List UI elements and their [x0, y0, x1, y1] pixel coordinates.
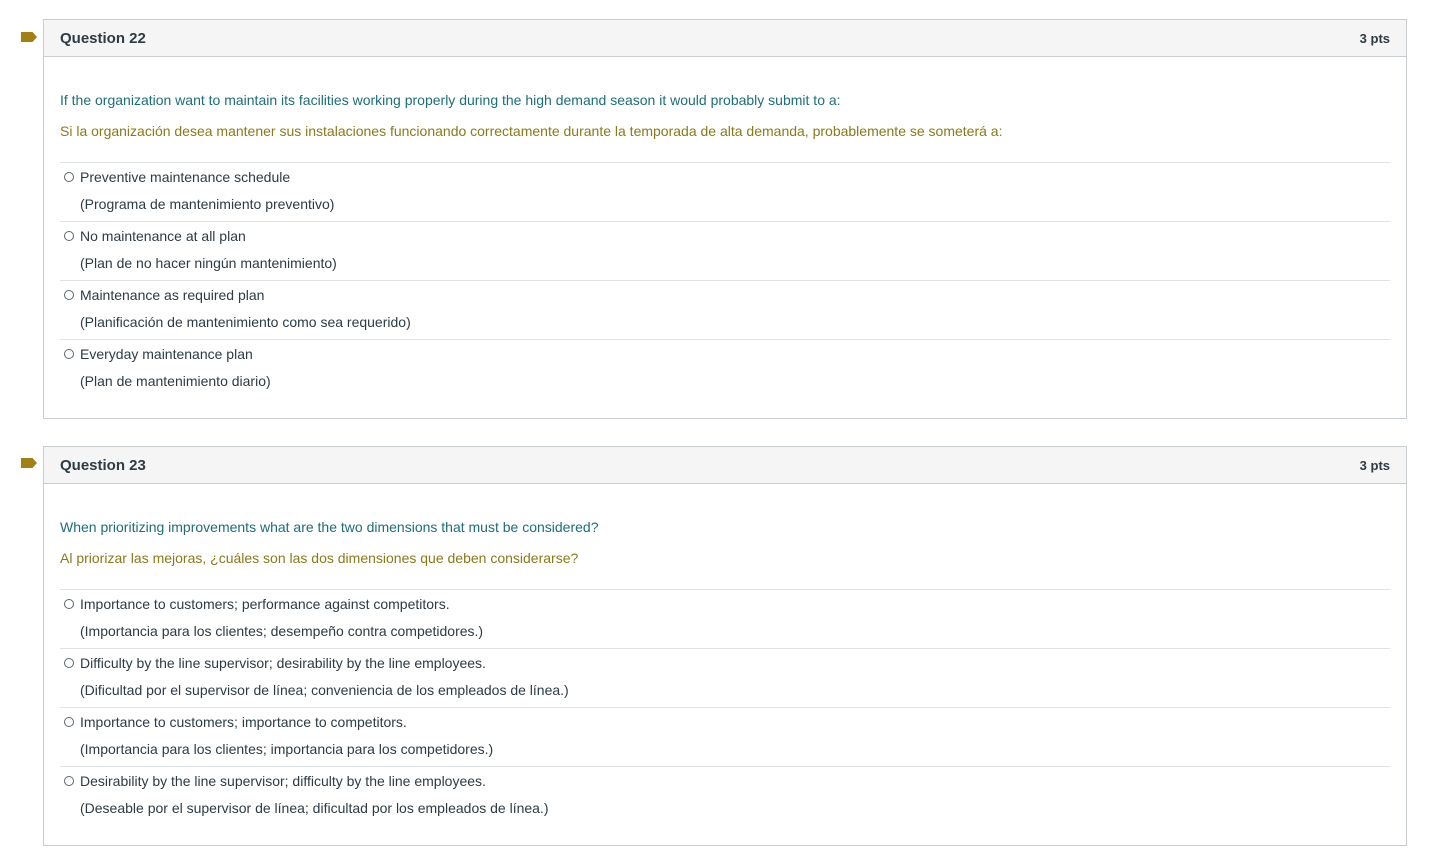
- radio-button[interactable]: [64, 290, 74, 300]
- answer-translation: (Plan de mantenimiento diario): [80, 373, 271, 389]
- answer-translation: (Plan de no hacer ningún mantenimiento): [80, 255, 337, 271]
- question-text-english: If the organization want to maintain its…: [60, 92, 841, 108]
- question-header: Question 23 3 pts: [44, 447, 1406, 484]
- answer-label[interactable]: Preventive maintenance schedule: [80, 168, 290, 186]
- answer-label[interactable]: Everyday maintenance plan: [80, 345, 253, 363]
- question-points: 3 pts: [1359, 457, 1390, 473]
- answer-translation: (Dificultad por el supervisor de línea; …: [80, 682, 569, 698]
- answer-label[interactable]: Desirability by the line supervisor; dif…: [80, 772, 486, 790]
- answer-option[interactable]: Importance to customers; performance aga…: [60, 589, 1390, 648]
- answer-option[interactable]: No maintenance at all plan (Plan de no h…: [60, 221, 1390, 280]
- answer-label[interactable]: Importance to customers; performance aga…: [80, 595, 450, 613]
- flag-icon[interactable]: [21, 32, 37, 42]
- radio-button[interactable]: [64, 349, 74, 359]
- radio-button[interactable]: [64, 776, 74, 786]
- answer-label[interactable]: Difficulty by the line supervisor; desir…: [80, 654, 486, 672]
- quiz-page: Question 22 3 pts If the organization wa…: [0, 0, 1443, 862]
- answer-option[interactable]: Desirability by the line supervisor; dif…: [60, 766, 1390, 825]
- question-header: Question 22 3 pts: [44, 20, 1406, 57]
- answer-list: Preventive maintenance schedule (Program…: [60, 162, 1390, 398]
- question-22: Question 22 3 pts If the organization wa…: [43, 19, 1407, 419]
- answer-option[interactable]: Everyday maintenance plan (Plan de mante…: [60, 339, 1390, 398]
- question-body: When prioritizing improvements what are …: [44, 484, 1406, 845]
- radio-button[interactable]: [64, 717, 74, 727]
- radio-button[interactable]: [64, 599, 74, 609]
- answer-label[interactable]: Maintenance as required plan: [80, 286, 264, 304]
- answer-label[interactable]: Importance to customers; importance to c…: [80, 713, 407, 731]
- question-text-english: When prioritizing improvements what are …: [60, 519, 599, 535]
- question-text-spanish: Al priorizar las mejoras, ¿cuáles son la…: [60, 550, 579, 566]
- radio-button[interactable]: [64, 231, 74, 241]
- answer-translation: (Importancia para los clientes; desempeñ…: [80, 623, 484, 639]
- flag-icon[interactable]: [21, 458, 37, 468]
- answer-list: Importance to customers; performance aga…: [60, 589, 1390, 825]
- question-title: Question 22: [60, 29, 146, 47]
- answer-translation: (Programa de mantenimiento preventivo): [80, 196, 335, 212]
- answer-label[interactable]: No maintenance at all plan: [80, 227, 246, 245]
- question-text-spanish: Si la organización desea mantener sus in…: [60, 123, 1003, 139]
- answer-option[interactable]: Preventive maintenance schedule (Program…: [60, 162, 1390, 221]
- answer-translation: (Deseable por el supervisor de línea; di…: [80, 800, 549, 816]
- question-title: Question 23: [60, 456, 146, 474]
- answer-option[interactable]: Maintenance as required plan (Planificac…: [60, 280, 1390, 339]
- question-body: If the organization want to maintain its…: [44, 57, 1406, 418]
- answer-translation: (Importancia para los clientes; importan…: [80, 741, 494, 757]
- question-points: 3 pts: [1359, 30, 1390, 46]
- answer-option[interactable]: Importance to customers; importance to c…: [60, 707, 1390, 766]
- answer-translation: (Planificación de mantenimiento como sea…: [80, 314, 411, 330]
- radio-button[interactable]: [64, 658, 74, 668]
- answer-option[interactable]: Difficulty by the line supervisor; desir…: [60, 648, 1390, 707]
- question-23: Question 23 3 pts When prioritizing impr…: [43, 446, 1407, 846]
- radio-button[interactable]: [64, 172, 74, 182]
